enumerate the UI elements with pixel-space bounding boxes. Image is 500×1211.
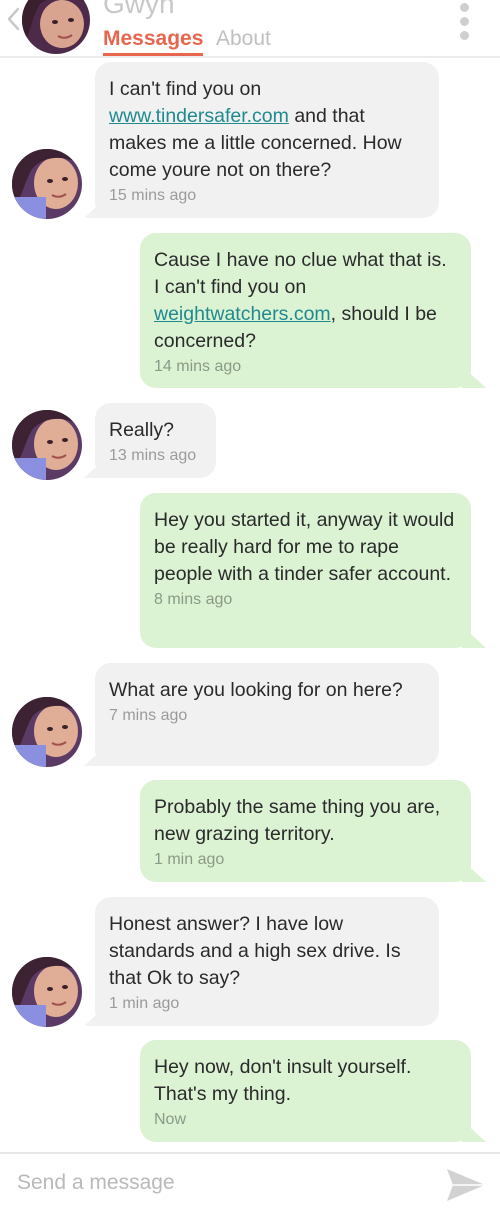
kebab-menu-icon[interactable]	[455, 3, 475, 41]
message-link[interactable]: weightwatchers.com	[154, 303, 331, 325]
message-text: Really?	[109, 419, 175, 441]
message-text: Honest answer? I have low standards and …	[109, 913, 401, 989]
message-bubble-outgoing[interactable]: Probably the same thing you are, new gra…	[140, 780, 471, 882]
message-input[interactable]	[17, 1167, 417, 1199]
message-timestamp: 1 min ago	[109, 995, 180, 1012]
message-timestamp: 13 mins ago	[109, 447, 197, 464]
message-timestamp: Now	[154, 1111, 187, 1128]
chat-header: Gwyn Messages About	[0, 0, 500, 58]
sender-avatar[interactable]	[12, 957, 82, 1027]
message-timestamp: 15 mins ago	[109, 187, 197, 204]
message-bubble-incoming[interactable]: Honest answer? I have low standards and …	[95, 897, 439, 1026]
message-bubble-incoming[interactable]: I can't find you on www.tindersafer.com …	[95, 62, 439, 218]
message-timestamp: 8 mins ago	[154, 591, 233, 608]
message-text: Hey now, don't insult yourself. That's m…	[154, 1056, 412, 1105]
message-timestamp: 14 mins ago	[154, 358, 242, 375]
message-link[interactable]: www.tindersafer.com	[109, 105, 289, 127]
message-bubble-outgoing[interactable]: Cause I have no clue what that is. I can…	[140, 233, 471, 388]
match-name: Gwyn	[103, 0, 175, 19]
message-thread[interactable]: I can't find you on www.tindersafer.com …	[0, 58, 500, 1152]
message-text: Probably the same thing you are, new gra…	[154, 796, 441, 845]
message-composer	[0, 1152, 500, 1211]
sender-avatar[interactable]	[12, 410, 82, 480]
message-text: Hey you started it, anyway it would be r…	[154, 509, 455, 585]
message-text: Cause I have no clue what that is. I can…	[154, 249, 447, 298]
message-timestamp: 7 mins ago	[109, 707, 188, 724]
tab-messages[interactable]: Messages	[103, 27, 204, 56]
message-bubble-outgoing[interactable]: Hey now, don't insult yourself. That's m…	[140, 1040, 471, 1142]
message-bubble-incoming[interactable]: Really? 13 mins ago	[95, 403, 216, 478]
tab-about[interactable]: About	[216, 27, 271, 51]
message-timestamp: 1 min ago	[154, 851, 225, 868]
sender-avatar[interactable]	[12, 697, 82, 767]
message-text: What are you looking for on here?	[109, 679, 403, 701]
message-text: I can't find you on	[109, 78, 262, 100]
sender-avatar[interactable]	[12, 149, 82, 219]
back-chevron-icon[interactable]	[4, 6, 22, 32]
message-bubble-incoming[interactable]: What are you looking for on here? 7 mins…	[95, 663, 439, 766]
message-bubble-outgoing[interactable]: Hey you started it, anyway it would be r…	[140, 493, 471, 648]
match-avatar[interactable]	[22, 0, 90, 54]
send-icon[interactable]	[444, 1166, 488, 1204]
